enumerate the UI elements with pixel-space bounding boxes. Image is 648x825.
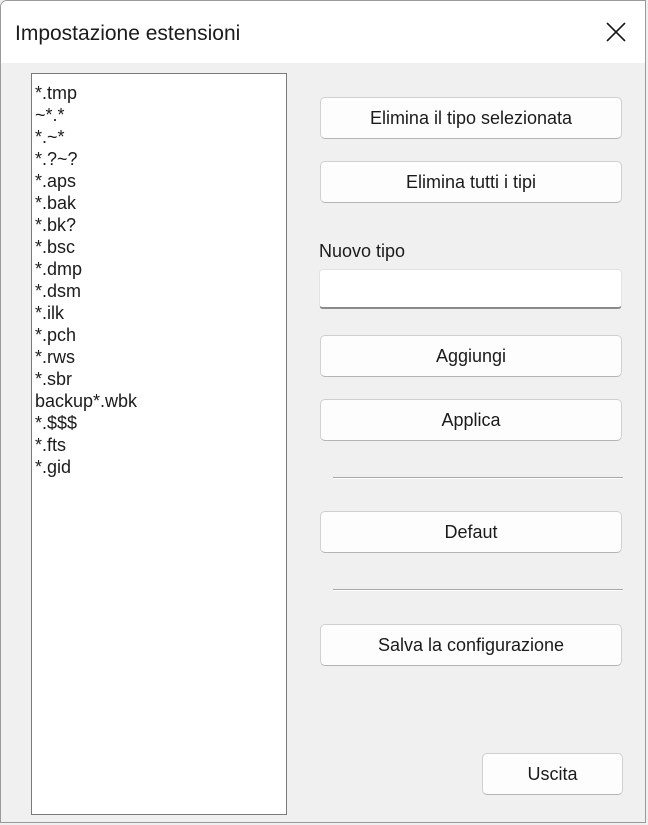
- close-icon: [606, 22, 626, 42]
- list-item[interactable]: *.$$$: [35, 412, 286, 434]
- list-item[interactable]: *.tmp: [35, 82, 286, 104]
- default-button[interactable]: Defaut: [320, 511, 622, 553]
- list-item[interactable]: *.bsc: [35, 236, 286, 258]
- delete-selected-button[interactable]: Elimina il tipo selezionata: [320, 97, 622, 139]
- list-item[interactable]: *.dsm: [35, 280, 286, 302]
- title-bar: Impostazione estensioni: [1, 1, 645, 63]
- list-item[interactable]: *.fts: [35, 434, 286, 456]
- extension-list-items: *.tmp ~*.* *.~* *.?~? *.aps *.bak *.bk? *.bsc *.…: [35, 82, 286, 478]
- exit-button[interactable]: Uscita: [482, 753, 623, 795]
- new-type-label: Nuovo tipo: [319, 241, 406, 261]
- list-item[interactable]: *.dmp: [35, 258, 286, 280]
- list-item[interactable]: *.?~?: [35, 148, 286, 170]
- list-item[interactable]: ~*.*: [35, 104, 286, 126]
- add-button[interactable]: Aggiungi: [320, 335, 622, 377]
- save-config-button[interactable]: Salva la configurazione: [320, 624, 622, 666]
- window-title: Impostazione estensioni: [15, 22, 241, 45]
- extension-list[interactable]: *.tmp ~*.* *.~* *.?~? *.aps *.bak *.bk? *.bsc *.…: [31, 73, 287, 815]
- list-item[interactable]: *.bak: [35, 192, 286, 214]
- list-item[interactable]: backup*.wbk: [35, 390, 286, 412]
- close-button[interactable]: [587, 1, 645, 63]
- list-item[interactable]: *.aps: [35, 170, 286, 192]
- list-item[interactable]: *.~*: [35, 126, 286, 148]
- apply-button[interactable]: Applica: [320, 399, 622, 441]
- separator: [333, 589, 623, 591]
- list-item[interactable]: *.rws: [35, 346, 286, 368]
- list-item[interactable]: *.pch: [35, 324, 286, 346]
- extensions-settings-dialog: Impostazione estensioni *.tmp ~*.* *.~* *.?…: [0, 0, 646, 823]
- list-item[interactable]: *.sbr: [35, 368, 286, 390]
- list-item[interactable]: *.ilk: [35, 302, 286, 324]
- separator: [333, 477, 623, 479]
- delete-all-button[interactable]: Elimina tutti i tipi: [320, 161, 622, 203]
- new-type-input[interactable]: [319, 269, 622, 309]
- list-item[interactable]: *.gid: [35, 456, 286, 478]
- list-item[interactable]: *.bk?: [35, 214, 286, 236]
